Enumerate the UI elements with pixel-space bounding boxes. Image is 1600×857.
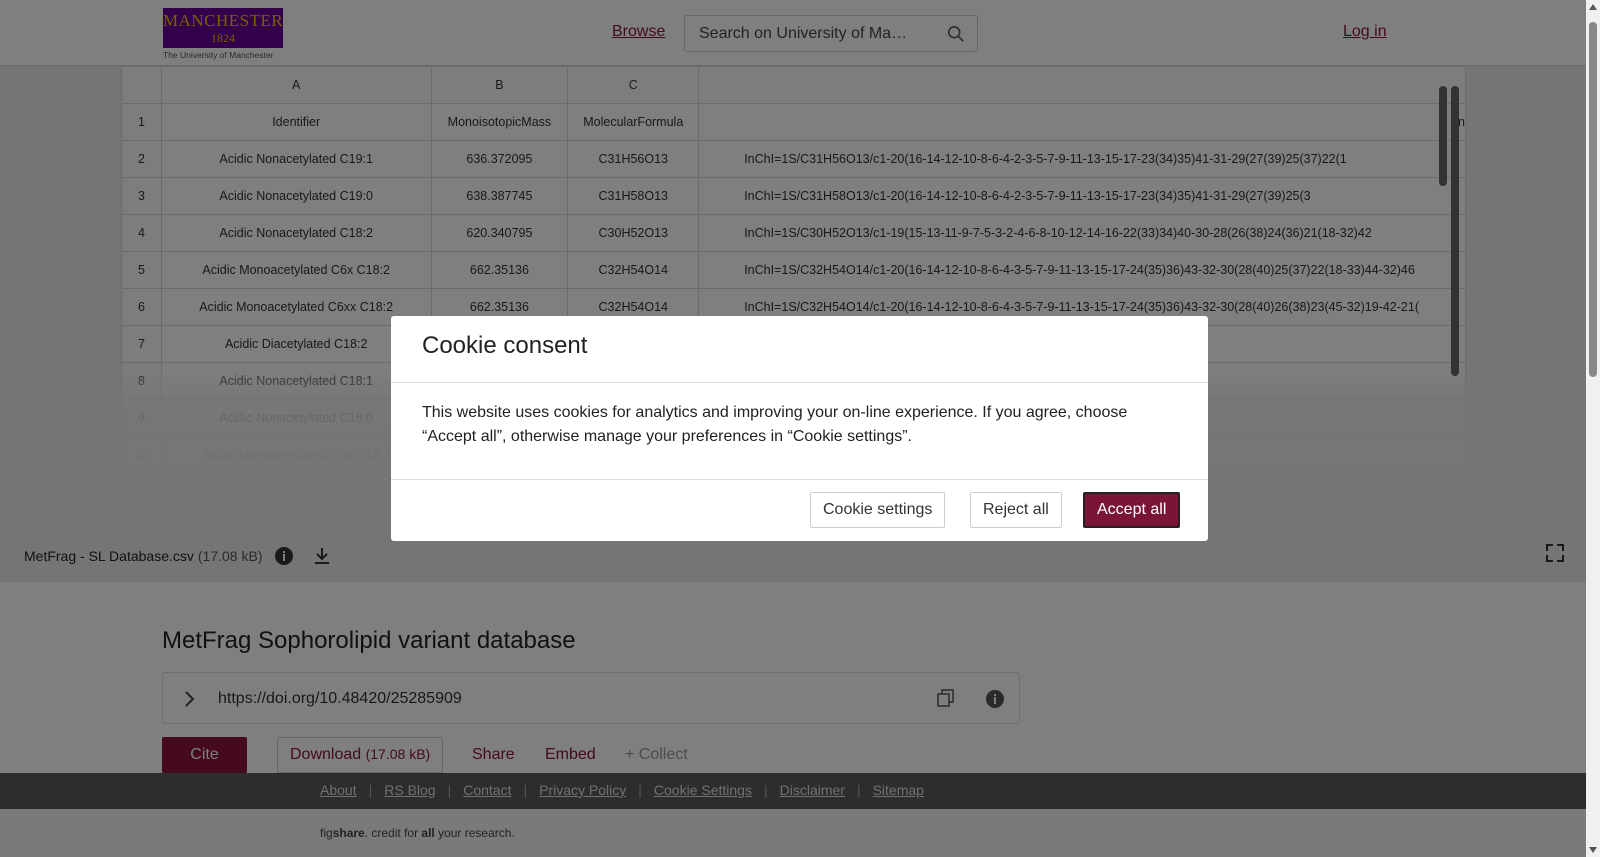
divider bbox=[391, 479, 1208, 480]
reject-all-button[interactable]: Reject all bbox=[970, 492, 1062, 528]
page-scrollbar[interactable] bbox=[1586, 0, 1600, 857]
page-scroll-thumb[interactable] bbox=[1589, 22, 1597, 377]
dialog-body: This website uses cookies for analytics … bbox=[422, 404, 1128, 445]
cookie-settings-button[interactable]: Cookie settings bbox=[810, 492, 946, 528]
dialog-title: Cookie consent bbox=[422, 332, 588, 359]
scroll-up-arrow[interactable] bbox=[1589, 4, 1597, 10]
divider bbox=[391, 382, 1208, 383]
accept-all-button[interactable]: Accept all bbox=[1083, 492, 1181, 528]
cookie-consent-dialog: Cookie consent This website uses cookies… bbox=[391, 316, 1208, 541]
scroll-down-arrow[interactable] bbox=[1589, 847, 1597, 853]
